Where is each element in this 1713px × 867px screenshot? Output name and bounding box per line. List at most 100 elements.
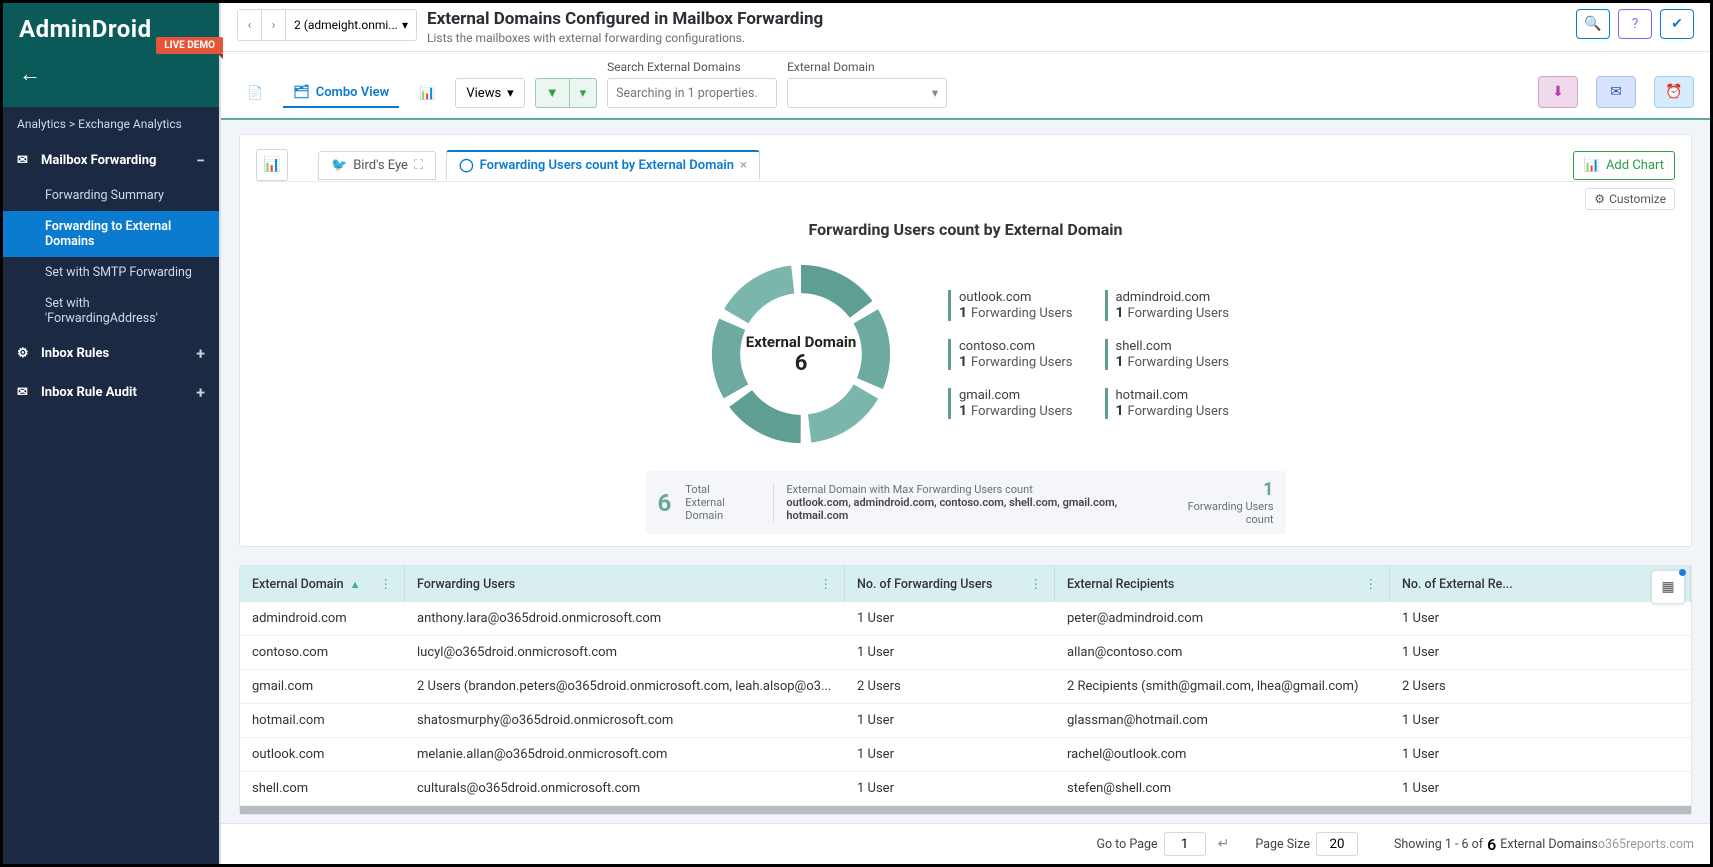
page-size-label: Page Size [1255, 837, 1310, 852]
check-icon[interactable]: ✔ [1660, 9, 1694, 39]
sort-asc-icon: ▲ [350, 578, 361, 591]
legend-item: admindroid.com1Forwarding Users [1105, 290, 1230, 321]
breadcrumb[interactable]: Analytics > Exchange Analytics [3, 107, 219, 141]
tenant-label: 2 (admeight.onmi... [294, 18, 398, 32]
back-row: ← [3, 61, 219, 107]
cell-no-forwarding-users: 1 User [845, 704, 1055, 737]
table-row[interactable]: hotmail.com shatosmurphy@o365droid.onmic… [240, 704, 1691, 738]
cell-no-forwarding-users: 1 User [845, 772, 1055, 805]
col-menu-icon[interactable]: ⋮ [1365, 576, 1378, 592]
chart-title: Forwarding Users count by External Domai… [256, 220, 1675, 239]
views-label: Views [466, 86, 501, 101]
goto-label: Go to Page [1096, 837, 1157, 852]
doc-icon[interactable]: 📄 [237, 78, 273, 108]
column-picker-button[interactable]: ▦ [1651, 570, 1685, 604]
ext-domain-dropdown[interactable]: ▾ [787, 78, 947, 108]
legend-item: hotmail.com1Forwarding Users [1105, 388, 1230, 419]
chevron-down-icon: ▾ [932, 85, 938, 101]
rules-icon: ⚙ [17, 346, 33, 361]
back-arrow-icon[interactable]: ← [19, 61, 41, 87]
expand-icon: ⛶ [414, 158, 423, 173]
col-header-external-recipients[interactable]: External Recipients⋮ [1055, 566, 1390, 602]
tab-forwarding-users[interactable]: ◯ Forwarding Users count by External Doma… [446, 150, 760, 180]
tenant-dropdown[interactable]: 2 (admeight.onmi... ▾ [286, 10, 416, 40]
ring-icon: ◯ [459, 158, 474, 173]
table-row[interactable]: gmail.com 2 Users (brandon.peters@o365dr… [240, 670, 1691, 704]
chart-legend: outlook.com1Forwarding Users admindroid.… [948, 290, 1229, 419]
col-header-forwarding-users[interactable]: Forwarding Users⋮ [405, 566, 845, 602]
showing-post: External Domains [1500, 837, 1598, 852]
help-icon[interactable]: ? [1618, 9, 1652, 39]
bar-chart-icon[interactable]: 📊 [256, 149, 288, 181]
views-dropdown[interactable]: Views ▾ [455, 78, 524, 108]
combo-view-label: Combo View [316, 85, 389, 100]
toolbar: 📄 🗂Combo View 📊 Views ▾ ▼ ▾ Search Exter… [221, 52, 1710, 120]
table-row[interactable]: outlook.com melanie.allan@o365droid.onmi… [240, 738, 1691, 772]
tab-label: Forwarding Users count by External Domai… [480, 158, 734, 173]
chevron-down-icon: ▾ [402, 18, 408, 32]
next-page-button[interactable]: › [262, 10, 286, 40]
col-menu-icon[interactable]: ⋮ [380, 576, 393, 592]
combo-view-button[interactable]: 🗂Combo View [283, 78, 399, 108]
showing-total: 6 [1487, 835, 1496, 854]
cell-domain: shell.com [240, 772, 405, 805]
col-header-external-domain[interactable]: External Domain▲⋮ [240, 566, 405, 602]
schedule-icon[interactable]: ⏰ [1654, 76, 1694, 108]
sidebar-item-smtp-forwarding[interactable]: Set with SMTP Forwarding [3, 257, 219, 288]
customize-button[interactable]: ⚙Customize [1585, 188, 1675, 210]
page-size-input[interactable] [1316, 832, 1358, 856]
cell-no-external-recipients: 1 User [1390, 636, 1691, 669]
page-selector: ‹ › 2 (admeight.onmi... ▾ [237, 9, 417, 41]
plus-icon: 📊 [1584, 158, 1600, 173]
goto-button[interactable]: ↵ [1218, 836, 1230, 852]
col-header-no-forwarding-users[interactable]: No. of Forwarding Users⋮ [845, 566, 1055, 602]
download-icon[interactable]: ⬇ [1538, 76, 1578, 108]
cell-domain: outlook.com [240, 738, 405, 771]
add-chart-label: Add Chart [1606, 158, 1664, 173]
sidebar-item-forwarding-external[interactable]: Forwarding to External Domains [3, 211, 219, 257]
cell-no-external-recipients: 1 User [1390, 738, 1691, 771]
search-input[interactable] [607, 78, 777, 108]
table-card: ▦ External Domain▲⋮ Forwarding Users⋮ No… [239, 565, 1692, 815]
sidebar-section-inbox-rule-audit[interactable]: ✉Inbox Rule Audit + [3, 373, 219, 412]
cell-no-external-recipients: 1 User [1390, 772, 1691, 805]
legend-item: contoso.com1Forwarding Users [948, 339, 1073, 370]
page-header: ‹ › 2 (admeight.onmi...▾ External Domain… [221, 3, 1710, 52]
cell-external-recipients: stefen@shell.com [1055, 772, 1390, 805]
table-row[interactable]: contoso.com lucyl@o365droid.onmicrosoft.… [240, 636, 1691, 670]
horizontal-scrollbar[interactable] [240, 806, 1691, 814]
table-row[interactable]: admindroid.com anthony.lara@o365droid.on… [240, 602, 1691, 636]
sidebar-section-mailbox-forwarding[interactable]: ✉Mailbox Forwarding − [3, 141, 219, 180]
cell-no-forwarding-users: 2 Users [845, 670, 1055, 703]
filter-more-button[interactable]: ▾ [570, 78, 598, 108]
chart-only-button[interactable]: 📊 [409, 78, 445, 108]
brand-header: AdminDroid LIVE DEMO [3, 3, 219, 61]
table-row[interactable]: shell.com culturals@o365droid.onmicrosof… [240, 772, 1691, 806]
add-chart-button[interactable]: 📊 Add Chart [1573, 151, 1675, 180]
search-label: Search External Domains [607, 60, 777, 74]
cell-no-external-recipients: 1 User [1390, 602, 1691, 635]
sidebar-item-forwarding-summary[interactable]: Forwarding Summary [3, 180, 219, 211]
col-menu-icon[interactable]: ⋮ [1030, 576, 1043, 592]
sidebar-item-forwarding-address[interactable]: Set with 'ForwardingAddress' [3, 288, 219, 334]
legend-item: outlook.com1Forwarding Users [948, 290, 1073, 321]
donut-center-label: External Domain [746, 333, 857, 351]
cell-external-recipients: glassman@hotmail.com [1055, 704, 1390, 737]
sidebar-section-label: Inbox Rule Audit [41, 385, 137, 400]
sidebar-section-inbox-rules[interactable]: ⚙Inbox Rules + [3, 334, 219, 373]
filter-button[interactable]: ▼ [535, 78, 570, 108]
email-icon[interactable]: ✉ [1596, 76, 1636, 108]
cell-no-external-recipients: 1 User [1390, 704, 1691, 737]
customize-label: Customize [1609, 192, 1666, 206]
col-header-no-external-recipients[interactable]: No. of External Re...⋮ [1390, 566, 1691, 602]
col-menu-icon[interactable]: ⋮ [820, 576, 833, 592]
prev-page-button[interactable]: ‹ [238, 10, 262, 40]
tab-birds-eye[interactable]: 🐦Bird's Eye⛶ [318, 151, 436, 180]
expand-icon: + [196, 383, 205, 402]
cell-domain: admindroid.com [240, 602, 405, 635]
search-icon[interactable]: 🔍 [1576, 9, 1610, 39]
goto-page-input[interactable] [1164, 832, 1206, 856]
close-icon[interactable]: × [740, 158, 747, 173]
live-demo-badge: LIVE DEMO [156, 37, 223, 54]
cell-forwarding-users: anthony.lara@o365droid.onmicrosoft.com [405, 602, 845, 635]
